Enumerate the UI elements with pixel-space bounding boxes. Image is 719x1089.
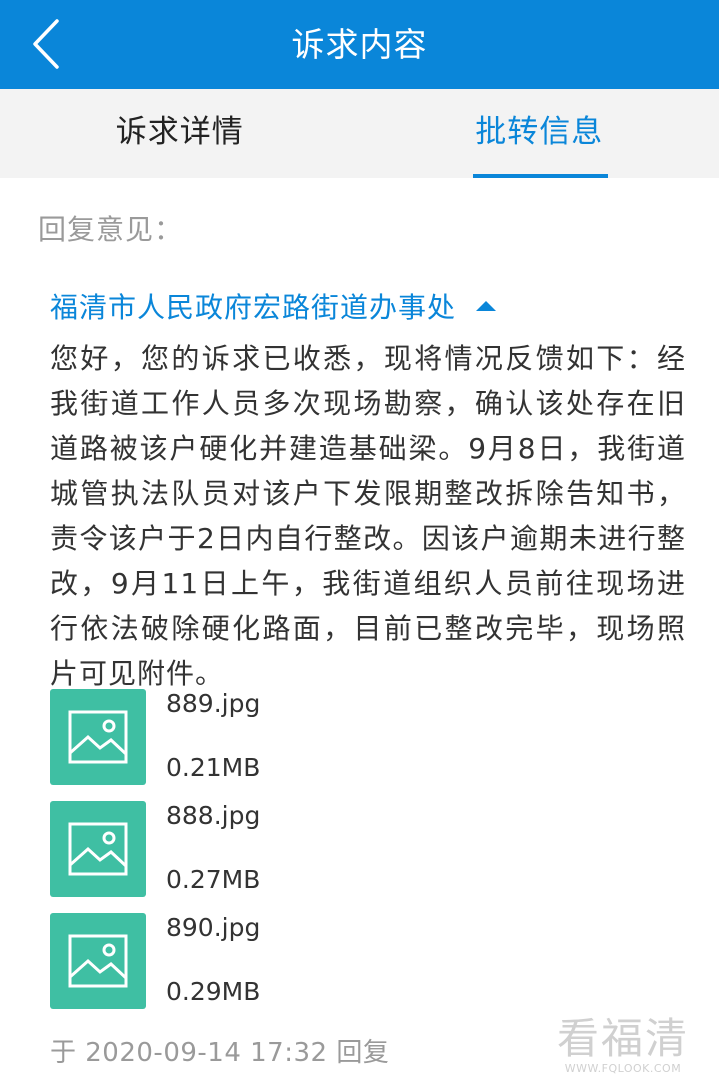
- tab-label: 批转信息: [475, 114, 604, 150]
- attachment-size: 0.21MB: [166, 753, 261, 782]
- page-title: 诉求内容: [291, 25, 428, 64]
- tab-bar: 诉求详情 批转信息: [0, 89, 719, 178]
- attachment-name: 888.jpg: [166, 801, 261, 830]
- office-name: 福清市人民政府宏路街道办事处: [50, 291, 457, 324]
- image-icon: [50, 801, 146, 897]
- attachment-name: 890.jpg: [166, 913, 261, 942]
- attachment-size: 0.27MB: [166, 865, 261, 894]
- tab-transfer-info[interactable]: 批转信息: [360, 89, 719, 178]
- image-icon: [50, 913, 146, 1009]
- reply-label: 回复意见：: [38, 213, 184, 246]
- attachment-name: 889.jpg: [166, 689, 261, 718]
- watermark-text: 看福清: [556, 1014, 689, 1063]
- tab-label: 诉求详情: [115, 114, 244, 150]
- attachment-item[interactable]: 888.jpg 0.27MB: [50, 801, 450, 901]
- image-icon: [50, 689, 146, 785]
- office-header[interactable]: 福清市人民政府宏路街道办事处: [50, 284, 497, 328]
- watermark-url: WWW.FQLOOK.COM: [564, 1062, 682, 1075]
- active-tab-indicator: [472, 174, 608, 178]
- caret-up-icon: [476, 301, 497, 311]
- watermark-logo: 看福清 WWW.FQLOOK.COM: [557, 1005, 689, 1075]
- top-bar: 诉求内容: [0, 0, 719, 89]
- attachment-item[interactable]: 890.jpg 0.29MB: [50, 913, 450, 1013]
- reply-time: 于 2020-09-14 17:32 回复: [50, 1038, 390, 1068]
- tab-appeal-details[interactable]: 诉求详情: [0, 89, 360, 178]
- attachment-item[interactable]: 889.jpg 0.21MB: [50, 689, 450, 789]
- reply-content: 您好，您的诉求已收悉，现将情况反馈如下：经我街道工作人员多次现场勘察，确认该处存…: [50, 342, 686, 690]
- attachment-size: 0.29MB: [166, 977, 261, 1006]
